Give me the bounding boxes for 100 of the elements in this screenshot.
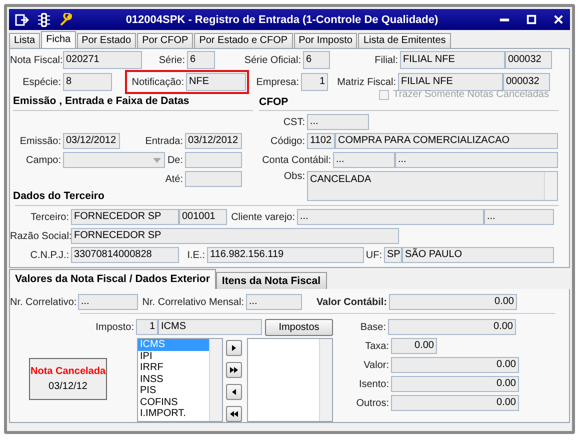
field-label: UF: [364,250,383,260]
fast-forward-icon [230,366,238,374]
text-field[interactable]: ... [484,209,554,225]
field-label: Nr. Correlativo: [10,296,78,308]
tab[interactable]: Valores da Nota Fiscal / Dados Exterior [9,269,216,289]
tab[interactable]: Por Imposto [294,33,358,48]
close-icon[interactable] [553,14,564,25]
text-field[interactable]: 001001 [179,209,227,225]
field-label: Valor: [362,360,390,370]
field-label: Até: [165,174,184,184]
field-label: Entrada: [144,136,184,146]
field-label: Empresa: [255,76,300,88]
tab[interactable]: Por Estado e CFOP [194,33,293,48]
text-field[interactable] [185,152,242,168]
field-label: Série: [158,54,186,66]
tab[interactable]: Por CFOP [137,33,194,48]
text-field[interactable]: FILIAL NFE [400,51,505,69]
checkbox-label: Trazer Somente Notas Canceladas [393,89,549,100]
status-date: 03/12/12 [48,381,88,392]
tab[interactable]: Por Estado [76,33,136,48]
field-label: I.E.: [186,250,206,260]
field-label: Notificação: [130,76,185,88]
text-field[interactable]: ... [297,209,484,225]
text-field[interactable]: ... [78,294,138,310]
text-field[interactable]: ... [246,294,302,310]
amount-field[interactable]: 0.00 [391,376,519,392]
tab[interactable]: Itens da Nota Fiscal [216,272,327,289]
field-label: Emissão: [18,136,62,146]
text-field[interactable]: 020271 [63,51,142,69]
text-area[interactable]: CANCELADA [307,171,558,201]
text-field[interactable]: 33070814000828 [71,247,179,263]
date-field[interactable]: 03/12/2012 [63,133,120,149]
field-label: Isento: [358,378,390,390]
text-field[interactable]: 000032 [505,51,552,69]
text-field[interactable]: FILIAL NFE [398,73,503,91]
status-title: Nota Cancelada [30,366,106,377]
text-field[interactable]: 6 [187,51,215,69]
section-heading: CFOP [259,95,290,110]
text-field[interactable]: 6 [303,51,330,69]
text-field[interactable]: 0.00 [389,294,517,310]
field-label: Campo: [24,154,62,166]
field-label: De: [166,154,184,166]
text-field[interactable]: 8 [63,73,112,91]
text-field[interactable]: 1102 [307,133,335,149]
dropdown-field[interactable] [63,152,165,168]
field-label: Outros: [355,398,390,408]
field-label: Razão Social: [10,230,71,242]
field-label: Nr. Correlativo Mensal: [141,296,245,308]
text-field[interactable]: COMPRA PARA COMERCIALIZACAO [335,133,558,149]
maximize-icon[interactable] [526,14,537,25]
scrollbar[interactable] [544,172,557,200]
move-left-button[interactable] [226,384,242,400]
text-field[interactable]: 000032 [503,73,550,91]
tab[interactable]: Lista [9,33,40,48]
list-item[interactable]: INSS [138,374,210,385]
play-icon [230,344,238,352]
text-field[interactable]: ... [395,152,558,168]
move-right-button[interactable] [226,340,242,356]
list-item[interactable]: IRRF [138,362,210,374]
text-field[interactable] [185,171,242,187]
scrollbar[interactable] [319,339,332,421]
traffic-light-icon[interactable] [37,12,51,26]
field-label: Taxa: [364,340,390,352]
text-field[interactable]: SÃO PAULO [402,247,554,263]
text-field[interactable]: ... [333,152,395,168]
amount-field[interactable]: 0.00 [388,319,516,335]
impostos-button[interactable]: Impostos [265,318,333,336]
field-label: Nota Fiscal: [10,54,63,66]
text-field[interactable]: FORNECEDOR SP [71,228,399,244]
field-label: Cliente varejo: [230,212,296,222]
field-label: Conta Contábil: [261,154,332,166]
list-item[interactable]: IPI [138,350,210,362]
section-heading: Emissão , Entrada e Faixa de Datas [13,95,253,111]
field-label: Base: [359,322,387,332]
caret-icon [153,158,161,163]
wrench-icon[interactable] [59,12,73,26]
list-item[interactable]: PIS [138,385,210,396]
text-field[interactable]: 1 [301,73,328,91]
amount-field[interactable]: 0.00 [391,338,437,354]
exit-icon[interactable] [15,12,29,26]
date-field[interactable]: 03/12/2012 [185,133,242,149]
list-item[interactable]: I.IMPORT. [138,408,210,420]
scrollbar[interactable] [209,339,222,421]
field-label: Matriz Fiscal: [336,76,397,88]
text-field[interactable]: SP [384,247,402,263]
move-all-left-button[interactable] [226,406,242,422]
text-field[interactable]: ICMS [158,319,262,335]
text-field[interactable]: FORNECEDOR SP [71,209,179,225]
list-item[interactable]: COFINS [138,396,210,408]
tab[interactable]: Lista de Emitentes [358,33,451,48]
text-field[interactable]: 116.982.156.119 [207,247,364,263]
move-all-right-button[interactable] [226,362,242,378]
tab[interactable]: Ficha [41,31,76,48]
text-field[interactable]: ... [307,114,369,130]
field-label: Espécie: [22,76,62,88]
text-field[interactable]: NFE [186,73,246,91]
amount-field[interactable]: 0.00 [391,357,519,373]
amount-field[interactable]: 0.00 [391,395,519,411]
text-field[interactable]: 1 [136,319,158,335]
field-label: Código: [270,136,306,146]
